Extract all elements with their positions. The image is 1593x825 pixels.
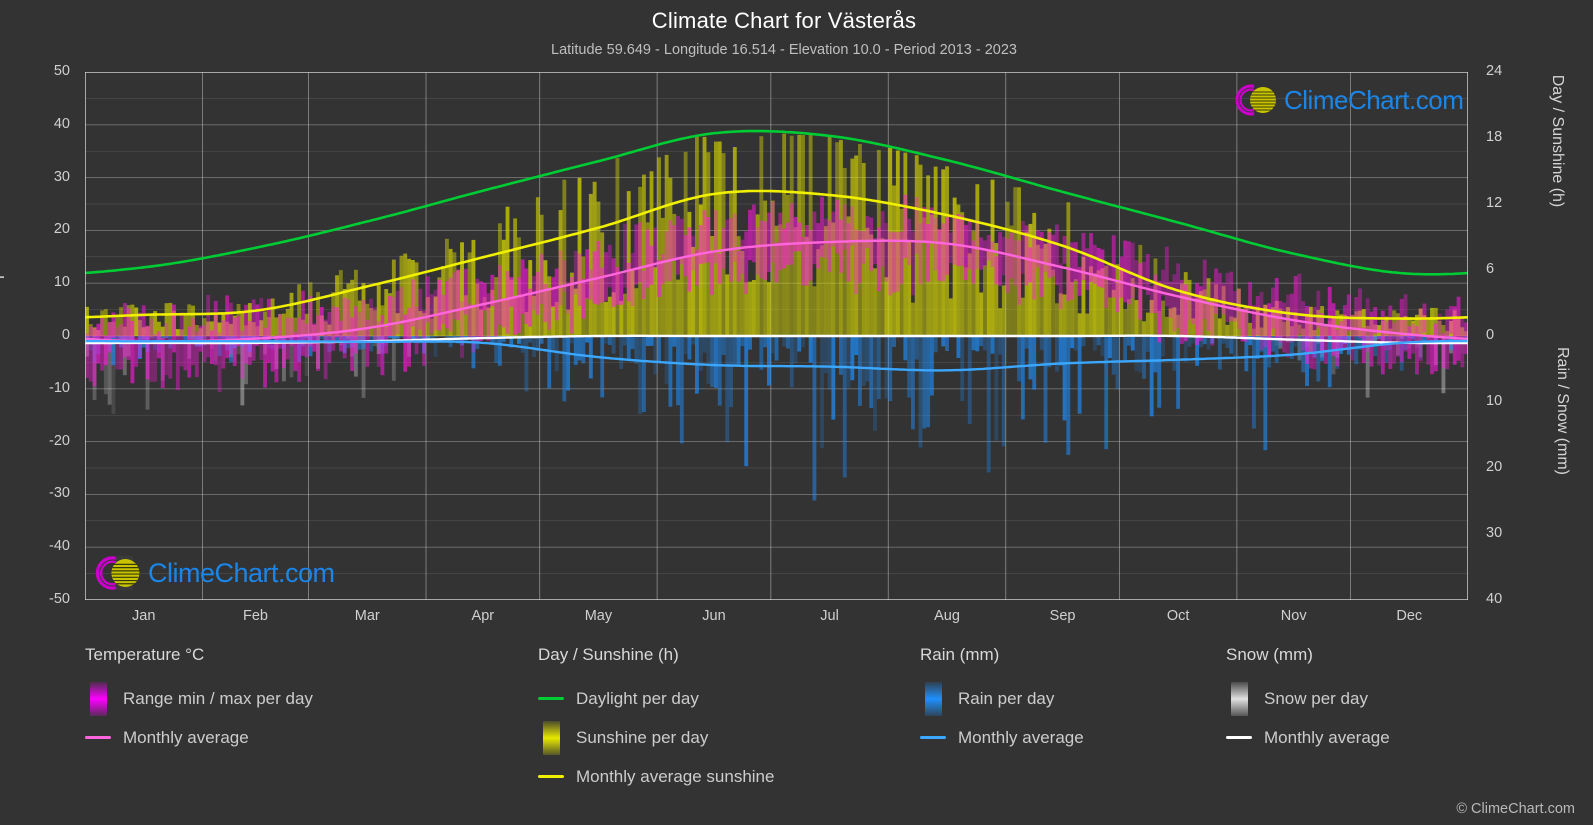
legend-item-label: Snow per day — [1264, 688, 1368, 708]
y-tick-right-mm-40: 40 — [1486, 591, 1503, 607]
plot-area[interactable] — [85, 72, 1468, 600]
y-tick-left-30: 30 — [53, 168, 70, 185]
x-tick-nov: Nov — [1280, 608, 1307, 624]
x-tick-jul: Jul — [820, 608, 839, 624]
legend-swatch-box-icon — [89, 681, 107, 716]
x-tick-aug: Aug — [934, 608, 960, 624]
legend-column-temperature-c: Temperature °C Range min / max per day Mon… — [85, 645, 313, 757]
x-tick-apr: Apr — [471, 608, 495, 624]
legend-swatch-box-icon — [924, 681, 942, 716]
x-tick-feb: Feb — [243, 608, 268, 624]
legend-item-label: Sunshine per day — [576, 727, 709, 747]
legend-item[interactable]: Monthly average — [1226, 718, 1390, 757]
y-axis-right-title-day-sunshine: Day / Sunshine (h) — [1549, 74, 1566, 208]
chart-legend: Temperature °C Range min / max per day Mon… — [0, 645, 1593, 825]
copyright-notice: © ClimeChart.com — [1456, 801, 1575, 817]
x-tick-jan: Jan — [132, 608, 156, 624]
legend-item-label: Monthly average — [123, 727, 249, 747]
legend-item[interactable]: Rain per day — [920, 679, 1084, 718]
x-tick-sep: Sep — [1049, 608, 1076, 624]
watermark-text: ClimeChart.com — [1284, 84, 1464, 115]
legend-column-title: Rain (mm) — [920, 645, 1000, 664]
legend-column-title: Day / Sunshine (h) — [538, 645, 679, 664]
climate-chart-svg — [85, 72, 1468, 600]
legend-swatch-box-icon — [542, 720, 560, 755]
legend-item[interactable]: Monthly average — [920, 718, 1084, 757]
y-tick-right-hours-18: 18 — [1486, 129, 1503, 145]
legend-column-title: Temperature °C — [85, 645, 205, 664]
y-tick-left--30: -30 — [49, 485, 70, 502]
climechart-logo-icon — [1235, 84, 1276, 116]
legend-column-day-sunshine-h: Day / Sunshine (h) Daylight per day Sunshi… — [538, 645, 774, 796]
y-tick-left-50: 50 — [53, 63, 70, 79]
watermark-top: ClimeChart.com — [1232, 80, 1464, 120]
y-tick-right-hours-12: 12 — [1486, 195, 1503, 211]
x-tick-oct: Oct — [1166, 608, 1190, 624]
legend-column-title: Snow (mm) — [1226, 645, 1313, 664]
y-tick-right-mm-30: 30 — [1486, 525, 1503, 541]
y-tick-left--20: -20 — [49, 432, 70, 449]
legend-item[interactable]: Snow per day — [1226, 679, 1390, 718]
y-tick-right-mm-10: 10 — [1486, 393, 1503, 409]
y-tick-left--40: -40 — [49, 538, 70, 555]
legend-item[interactable]: Sunshine per day — [538, 718, 774, 757]
x-tick-may: May — [584, 608, 613, 624]
x-tick-dec: Dec — [1396, 608, 1423, 624]
legend-item[interactable]: Monthly average sunshine — [538, 757, 774, 796]
y-axis-right-title-rain-snow: Rain / Snow (mm) — [1554, 346, 1571, 476]
x-tick-mar: Mar — [354, 608, 380, 624]
legend-column-snow-mm: Snow (mm) Snow per day Monthly average — [1226, 645, 1390, 757]
y-tick-left--10: -10 — [49, 379, 70, 396]
legend-item[interactable]: Range min / max per day — [85, 679, 313, 718]
y-tick-right-hours-24: 24 — [1486, 63, 1503, 79]
x-tick-jun: Jun — [702, 608, 726, 624]
y-tick-left-0: 0 — [61, 327, 70, 343]
y-tick-right-mm-20: 20 — [1486, 459, 1503, 475]
watermark-text: ClimeChart.com — [148, 557, 335, 588]
legend-swatch-line-icon — [538, 775, 564, 778]
legend-item-label: Rain per day — [958, 688, 1055, 708]
y-tick-right-hours-0: 0 — [1486, 327, 1495, 343]
legend-swatch-line-icon — [920, 736, 946, 739]
y-axis-left-title: Temperature °C — [0, 186, 4, 314]
legend-swatch-box-icon — [1230, 681, 1248, 716]
y-tick-left--50: -50 — [49, 591, 70, 607]
legend-swatch-line-icon — [85, 736, 111, 739]
legend-swatch-line-icon — [538, 697, 564, 700]
legend-item-label: Daylight per day — [576, 688, 699, 708]
chart-subtitle: Latitude 59.649 - Longitude 16.514 - Ele… — [551, 42, 1017, 58]
y-tick-left-40: 40 — [53, 115, 70, 132]
climate-chart-page: Climate Chart for Västerås Latitude 59.6… — [0, 0, 1593, 825]
legend-item-label: Monthly average — [958, 727, 1084, 747]
y-tick-right-hours-6: 6 — [1486, 261, 1495, 277]
legend-swatch-line-icon — [1226, 736, 1252, 739]
legend-item-label: Monthly average sunshine — [576, 766, 775, 786]
page-title: Climate Chart for Västerås — [651, 8, 917, 33]
legend-item-label: Range min / max per day — [123, 688, 313, 708]
y-tick-left-20: 20 — [53, 221, 70, 238]
legend-column-rain-mm: Rain (mm) Rain per day Monthly average — [920, 645, 1084, 757]
legend-item[interactable]: Daylight per day — [538, 679, 774, 718]
legend-item-label: Monthly average — [1264, 727, 1390, 747]
watermark-bottom: ClimeChart.com — [92, 551, 335, 595]
y-tick-left-10: 10 — [53, 274, 70, 291]
climechart-logo-icon — [95, 555, 140, 591]
legend-item[interactable]: Monthly average — [85, 718, 313, 757]
